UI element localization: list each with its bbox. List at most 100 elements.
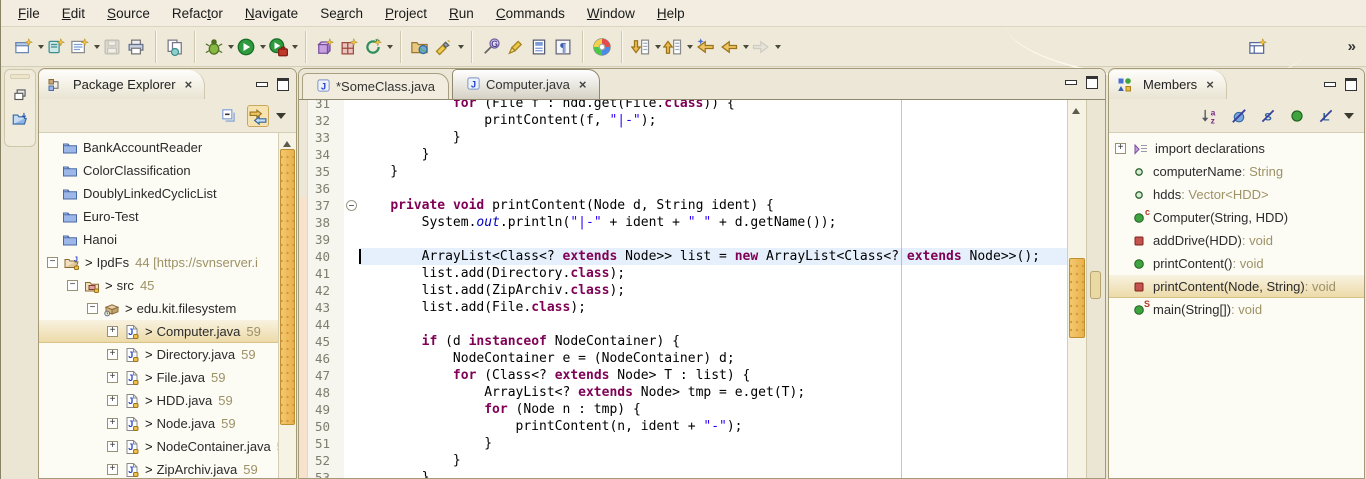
code-line-34[interactable]: 34 }	[308, 146, 1067, 163]
search-button[interactable]	[432, 35, 456, 59]
code-line-36[interactable]: 36	[308, 180, 1067, 197]
restore-views-button[interactable]	[9, 84, 31, 106]
close-icon[interactable]: ×	[1206, 79, 1214, 91]
expand-icon[interactable]: +	[107, 349, 118, 360]
collapse-icon[interactable]: −	[47, 257, 58, 268]
scroll-up-icon[interactable]	[283, 137, 291, 147]
code-text[interactable]: }	[359, 163, 1067, 180]
tree-item-node-java[interactable]: +J>Node.java59	[39, 412, 279, 435]
fold-ruler[interactable]	[344, 197, 359, 214]
maximize-button[interactable]	[1086, 76, 1098, 89]
expand-icon[interactable]: +	[107, 441, 118, 452]
package-explorer-tab[interactable]: Package Explorer ×	[39, 70, 205, 99]
code-text[interactable]: list.add(Directory.class);	[359, 265, 1067, 282]
tree-item-file-java[interactable]: +J>File.java59	[39, 366, 279, 389]
scroll-up-icon[interactable]	[1072, 104, 1080, 114]
tree-item-bankaccountreader[interactable]: BankAccountReader	[39, 136, 279, 159]
member-item-adddrive-hdd-[interactable]: addDrive(HDD) : void	[1109, 229, 1364, 252]
expand-icon[interactable]: +	[107, 326, 118, 337]
toggle-highlight-button[interactable]	[503, 35, 527, 59]
open-view-button[interactable]	[9, 108, 31, 130]
menu-edit[interactable]: Edit	[51, 3, 96, 24]
code-text[interactable]: for (Class<? extends Node> T : list) {	[359, 367, 1067, 384]
open-type-button[interactable]	[408, 35, 432, 59]
scrollbar-thumb[interactable]	[280, 149, 295, 425]
maximize-button[interactable]	[1345, 78, 1357, 91]
code-line-42[interactable]: 42 list.add(ZipArchiv.class);	[308, 282, 1067, 299]
code-text[interactable]: System.out.println("|-" + ident + " " + …	[359, 214, 1067, 231]
code-line-44[interactable]: 44	[308, 316, 1067, 333]
maximize-button[interactable]	[277, 78, 289, 91]
tree-item-doublylinkedcycliclist[interactable]: DoublyLinkedCyclicList	[39, 182, 279, 205]
hide-fields-button[interactable]	[1228, 105, 1250, 127]
scrollbar-thumb[interactable]	[1069, 258, 1085, 338]
code-line-50[interactable]: 50 printContent(n, ident + "-");	[308, 418, 1067, 435]
link-with-editor-button[interactable]	[247, 105, 269, 127]
menu-run[interactable]: Run	[438, 3, 485, 24]
code-text[interactable]	[359, 316, 1067, 333]
close-icon[interactable]: ×	[579, 79, 587, 91]
code-line-38[interactable]: 38 System.out.println("|-" + ident + " "…	[308, 214, 1067, 231]
member-item-printcontent-node-string-[interactable]: printContent(Node, String) : void	[1109, 275, 1364, 298]
tree-item-ipdfs[interactable]: −J>IpdFs44 [https://svnserver.i	[39, 251, 279, 274]
code-text[interactable]: }	[359, 146, 1067, 163]
menu-search[interactable]: Search	[309, 3, 374, 24]
code-text[interactable]: }	[359, 129, 1067, 146]
menu-help[interactable]: Help	[646, 3, 696, 24]
code-text[interactable]	[359, 231, 1067, 248]
expand-icon[interactable]: +	[107, 395, 118, 406]
code-line-53[interactable]: 53 }	[308, 469, 1067, 478]
fast-view-handle[interactable]	[10, 74, 30, 79]
code-text[interactable]: ArrayList<Class<? extends Node>> list = …	[359, 248, 1067, 265]
tree-item-ziparchiv-java[interactable]: +J>ZipArchiv.java59	[39, 458, 279, 478]
toolbar-overflow-chevron[interactable]: »	[1348, 38, 1356, 55]
close-icon[interactable]: ×	[185, 79, 193, 91]
code-line-41[interactable]: 41 list.add(Directory.class);	[308, 265, 1067, 282]
editor-tab-computer-java[interactable]: JComputer.java×	[452, 69, 600, 99]
code-text[interactable]: }	[359, 452, 1067, 469]
code-text[interactable]: for (File f : hdd.get(File.class)) {	[359, 100, 1067, 112]
editor-tab--someclass-java[interactable]: J*SomeClass.java	[302, 73, 449, 99]
show-whitespace-button[interactable]: ¶	[551, 35, 575, 59]
member-item-computername[interactable]: computerName : String	[1109, 160, 1364, 183]
member-item-hdds[interactable]: hdds : Vector<HDD>	[1109, 183, 1364, 206]
menu-refactor[interactable]: Refactor	[161, 3, 234, 24]
code-text[interactable]: }	[359, 435, 1067, 452]
collapse-fold-icon[interactable]	[346, 200, 357, 211]
new-view-button[interactable]	[68, 35, 92, 59]
code-text[interactable]: if (d instanceof NodeContainer) {	[359, 333, 1067, 350]
menu-commands[interactable]: Commands	[485, 3, 576, 24]
code-line-32[interactable]: 32 printContent(f, "|-");	[308, 112, 1067, 129]
member-item-computer-string-hdd-[interactable]: cComputer(String, HDD)	[1109, 206, 1364, 229]
menu-window[interactable]: Window	[576, 3, 646, 24]
tree-item-euro-test[interactable]: Euro-Test	[39, 205, 279, 228]
code-line-46[interactable]: 46 NodeContainer e = (NodeContainer) d;	[308, 350, 1067, 367]
previous-annotation-button[interactable]	[661, 35, 685, 59]
code-line-37[interactable]: 37 private void printContent(Node d, Str…	[308, 197, 1067, 214]
refresh-new-button[interactable]	[361, 35, 385, 59]
code-line-39[interactable]: 39	[308, 231, 1067, 248]
tree-item-hanoi[interactable]: Hanoi	[39, 228, 279, 251]
view-menu-icon[interactable]	[276, 113, 286, 124]
expand-icon[interactable]: +	[107, 372, 118, 383]
tree-item-edu-kit-filesystem[interactable]: −>edu.kit.filesystem	[39, 297, 279, 320]
new-wizard-button[interactable]	[12, 35, 36, 59]
open-perspective-button[interactable]	[1246, 35, 1270, 59]
show-non-public-button[interactable]	[1286, 105, 1308, 127]
tree-item-colorclassification[interactable]: ColorClassification	[39, 159, 279, 182]
menu-project[interactable]: Project	[374, 3, 438, 24]
refresh-new-dropdown-icon[interactable]	[387, 45, 393, 52]
tree-item-directory-java[interactable]: +J>Directory.java59	[39, 343, 279, 366]
code-line-52[interactable]: 52 }	[308, 452, 1067, 469]
forward-history-dropdown-icon[interactable]	[775, 45, 781, 52]
search-dropdown-icon[interactable]	[458, 45, 464, 52]
code-area[interactable]: 31 for (File f : hdd.get(File.class)) {3…	[308, 100, 1067, 478]
menu-source[interactable]: Source	[96, 3, 161, 24]
new-jar-button[interactable]	[313, 35, 337, 59]
goto-element-button[interactable]: G	[479, 35, 503, 59]
open-console-button[interactable]	[527, 35, 551, 59]
code-line-45[interactable]: 45 if (d instanceof NodeContainer) {	[308, 333, 1067, 350]
expand-icon[interactable]: +	[107, 418, 118, 429]
code-text[interactable]	[359, 180, 1067, 197]
code-text[interactable]: list.add(File.class);	[359, 299, 1067, 316]
